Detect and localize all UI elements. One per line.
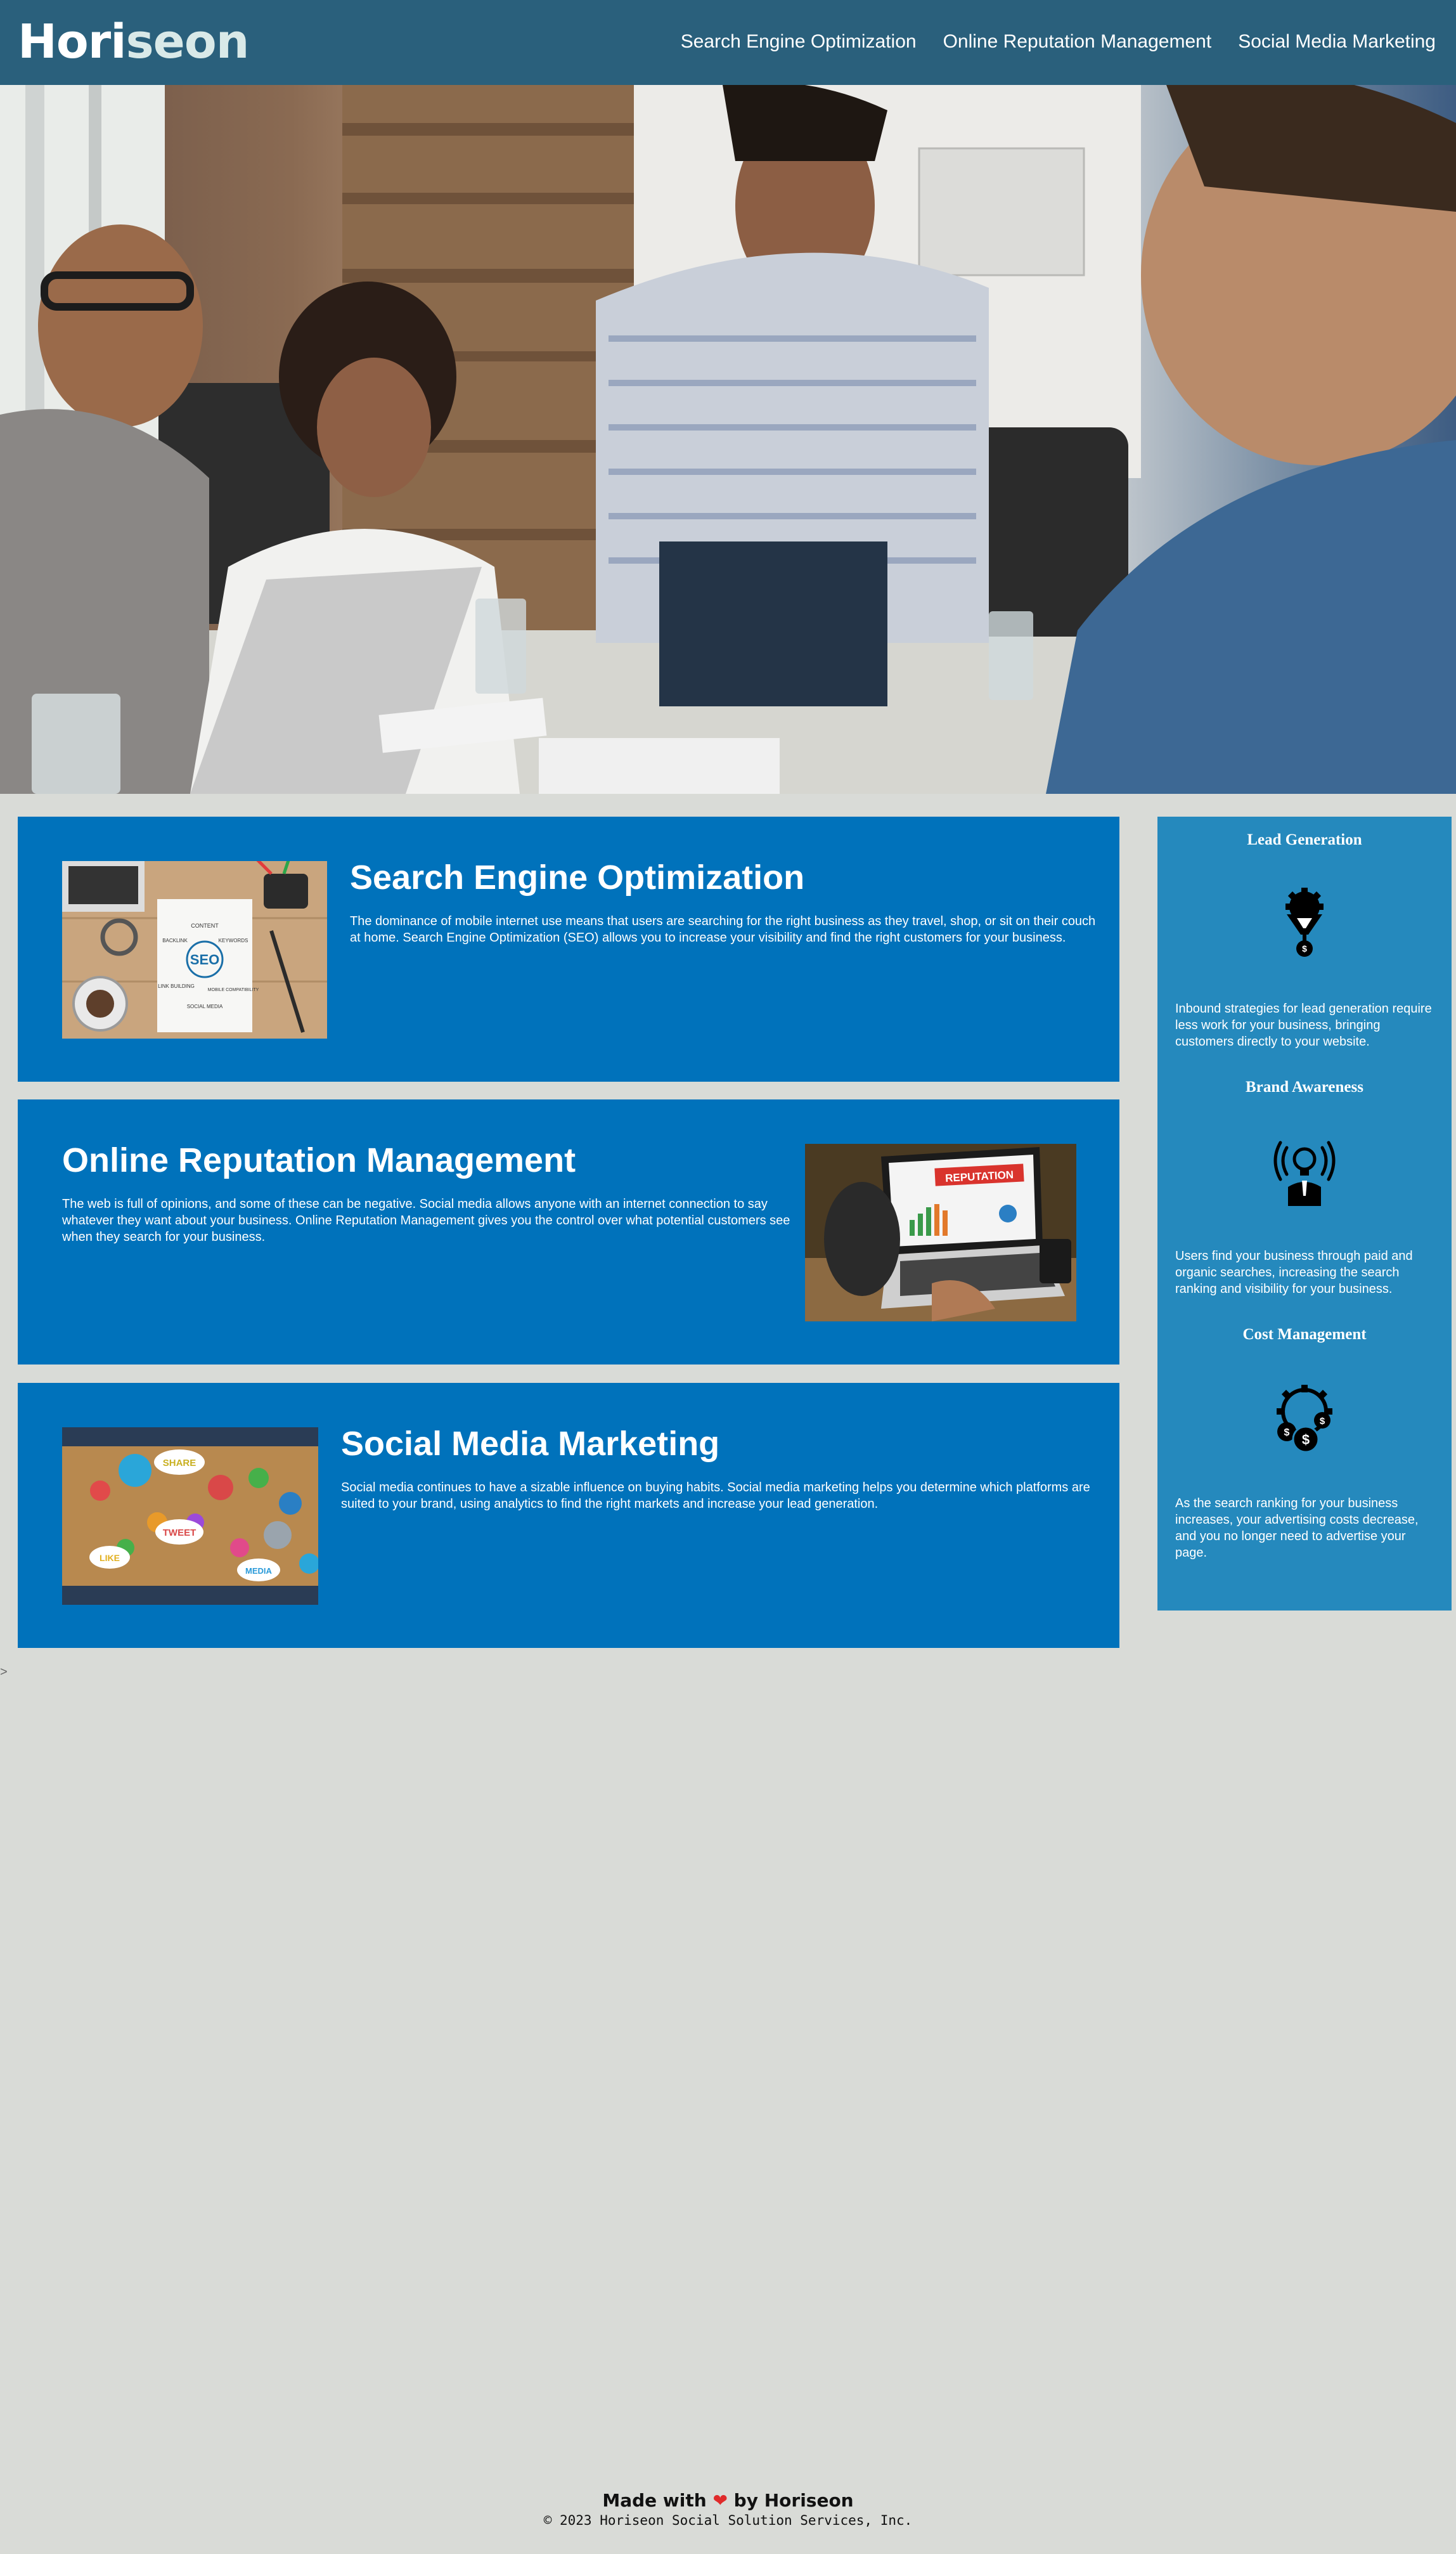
svg-text:$: $ xyxy=(1284,1427,1290,1438)
reputation-image: REPUTATION xyxy=(805,1144,1076,1321)
seo-image-word-mobile: MOBILE COMPATIBILITY xyxy=(208,988,259,992)
benefit-text: Users find your business through paid an… xyxy=(1175,1249,1413,1296)
smm-image-word-tweet: TWEET xyxy=(163,1527,196,1538)
benefit-text: As the search ranking for your business … xyxy=(1175,1496,1419,1560)
benefit-title: Cost Management xyxy=(1242,1326,1367,1343)
copyright: © 2023 Horiseon Social Solution Services… xyxy=(543,2513,913,2528)
stray-character: > xyxy=(0,1665,8,1679)
made-with-line: Made with ❤ by Horiseon xyxy=(0,2489,1456,2512)
svg-text:$: $ xyxy=(1302,943,1307,954)
site-header: Horiseon Search Engine Optimization Onli… xyxy=(0,0,1456,85)
benefit-text: Inbound strategies for lead generation r… xyxy=(1175,1002,1432,1049)
made-with-suffix: by Horiseon xyxy=(733,2490,854,2511)
reputation-laptop-illustration: REPUTATION xyxy=(805,1144,1076,1321)
seo-section: SEO CONTENT BACKLINK KEYWORDS LINK BUILD… xyxy=(18,817,1119,1082)
reputation-section: Online Reputation Management The web is … xyxy=(18,1099,1119,1365)
smm-image-word-like: LIKE xyxy=(100,1553,120,1563)
lead-funnel-gear-icon: $ xyxy=(1285,888,1324,957)
hero-image xyxy=(0,85,1456,794)
seo-text: The dominance of mobile internet use mea… xyxy=(350,914,1096,945)
seo-image-word-backlink: BACKLINK xyxy=(162,938,188,943)
smm-image-word-media: MEDIA xyxy=(245,1566,273,1576)
heart-icon: ❤ xyxy=(712,2490,728,2511)
logo-text-accent: seon xyxy=(126,15,250,69)
svg-text:$: $ xyxy=(1302,1432,1310,1448)
logo-text-main: Hori xyxy=(18,15,127,69)
benefit-title: Lead Generation xyxy=(1247,831,1362,848)
site-logo[interactable]: Horiseon xyxy=(18,11,250,72)
gear-coins-icon: $ $ $ xyxy=(1277,1385,1332,1453)
seo-image-word-keywords: KEYWORDS xyxy=(219,938,248,943)
site-footer: Made with ❤ by Horiseon © 2023 Horiseon … xyxy=(0,2489,1456,2529)
social-media-text: Social media continues to have a sizable… xyxy=(341,1481,1090,1511)
social-media-section: SHARE TWEET LIKE MEDIA Social Media Mark… xyxy=(18,1383,1119,1648)
nav-link-seo[interactable]: Search Engine Optimization xyxy=(681,28,917,56)
social-media-icons-illustration: SHARE TWEET LIKE MEDIA xyxy=(62,1427,318,1605)
seo-image-word-seo: SEO xyxy=(190,952,219,968)
seo-image: SEO CONTENT BACKLINK KEYWORDS LINK BUILD… xyxy=(62,861,327,1039)
main-nav: Search Engine Optimization Online Reputa… xyxy=(681,28,1436,56)
benefits-sidebar: Lead Generation $ Inbound strategies for… xyxy=(1157,817,1452,1611)
seo-image-word-content: CONTENT xyxy=(191,923,219,929)
seo-image-word-social: SOCIAL MEDIA xyxy=(187,1004,223,1009)
seo-image-word-link-building: LINK BUILDING xyxy=(158,983,195,989)
reputation-title: Online Reputation Management xyxy=(62,1141,576,1179)
broadcast-lightbulb-icon xyxy=(1273,1141,1336,1206)
made-with-prefix: Made with xyxy=(602,2490,707,2511)
seo-notebook-illustration: SEO CONTENT BACKLINK KEYWORDS LINK BUILD… xyxy=(62,861,327,1039)
team-meeting-photo xyxy=(0,85,1456,794)
social-media-image: SHARE TWEET LIKE MEDIA xyxy=(62,1427,318,1605)
social-media-title: Social Media Marketing xyxy=(341,1425,720,1463)
smm-image-word-share: SHARE xyxy=(163,1458,196,1468)
nav-link-reputation[interactable]: Online Reputation Management xyxy=(943,28,1212,56)
svg-text:$: $ xyxy=(1320,1416,1325,1427)
nav-link-social-media[interactable]: Social Media Marketing xyxy=(1238,28,1436,56)
reputation-text: The web is full of opinions, and some of… xyxy=(62,1197,790,1244)
benefit-title: Brand Awareness xyxy=(1246,1079,1363,1096)
seo-title: Search Engine Optimization xyxy=(350,859,805,897)
